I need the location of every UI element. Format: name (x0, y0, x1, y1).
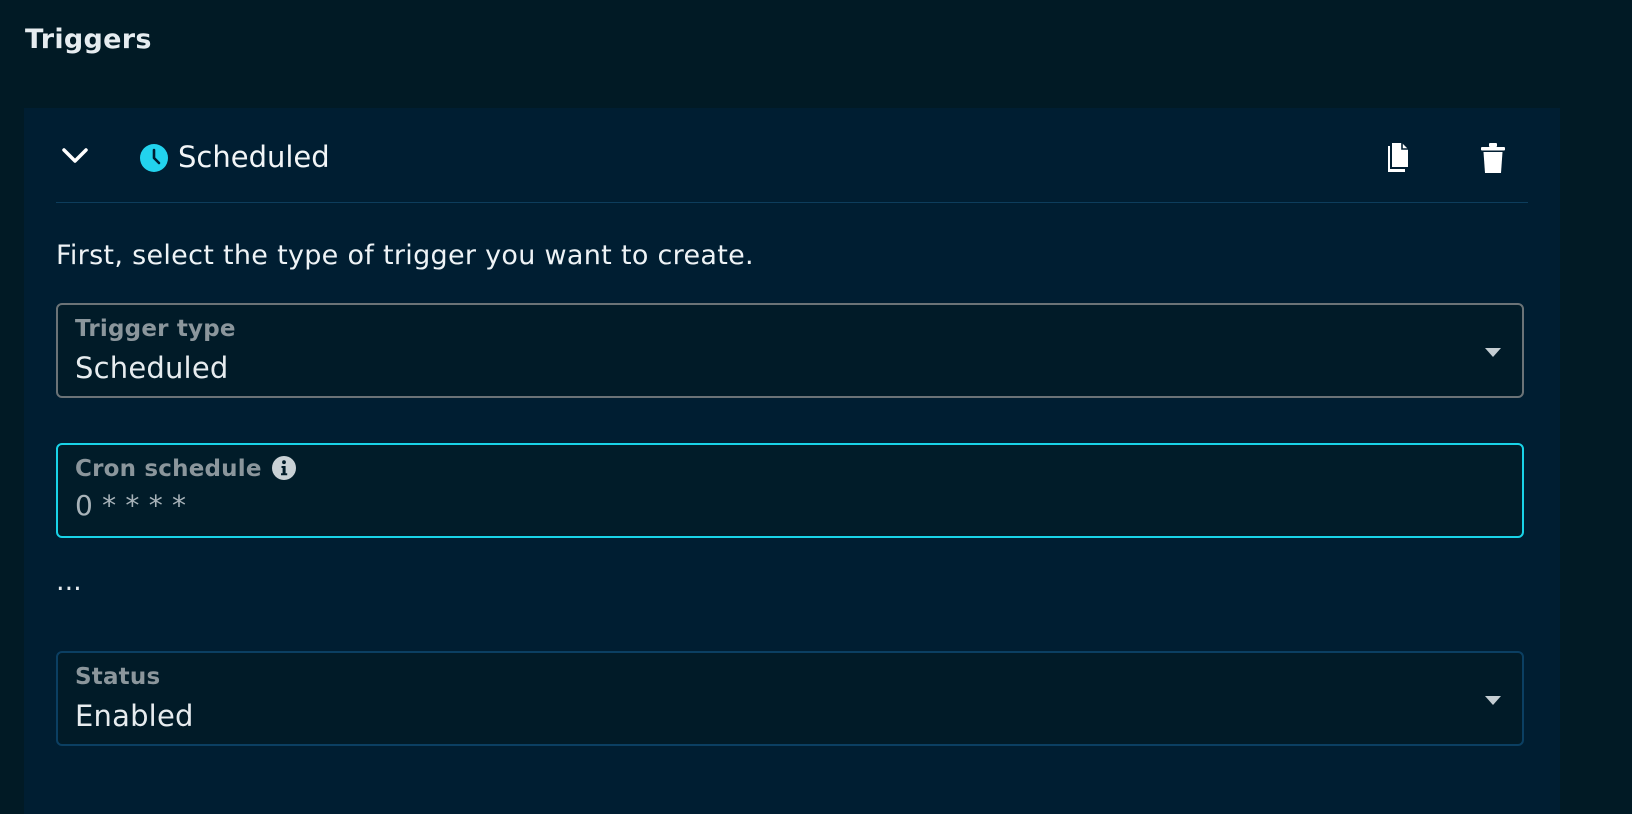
status-select[interactable]: Status Enabled (56, 651, 1524, 746)
trigger-card-header: Scheduled (56, 108, 1528, 203)
chevron-down-icon[interactable] (60, 145, 90, 167)
caret-down-icon (1485, 348, 1501, 357)
ellipsis-text: ... (56, 566, 82, 597)
info-icon[interactable] (271, 455, 297, 481)
intro-text: First, select the type of trigger you wa… (56, 240, 754, 271)
status-value: Enabled (75, 699, 194, 733)
trigger-type-value: Scheduled (75, 351, 229, 385)
trigger-type-select[interactable]: Trigger type Scheduled (56, 303, 1524, 398)
section-title: Triggers (25, 24, 152, 55)
cron-schedule-label: Cron schedule (75, 456, 262, 482)
trash-icon[interactable] (1479, 141, 1507, 175)
clock-icon (140, 144, 168, 172)
status-label: Status (75, 664, 161, 690)
trigger-card-title: Scheduled (178, 140, 330, 174)
triggers-page: Triggers Scheduled First, select the typ… (0, 0, 1632, 814)
caret-down-icon (1485, 696, 1501, 705)
cron-schedule-value: 0 * * * * (75, 489, 187, 522)
cron-schedule-input[interactable]: Cron schedule 0 * * * * (56, 443, 1524, 538)
trigger-card: Scheduled First, select the type of trig… (24, 108, 1560, 814)
copy-icon[interactable] (1384, 141, 1412, 175)
trigger-type-label: Trigger type (75, 316, 236, 342)
